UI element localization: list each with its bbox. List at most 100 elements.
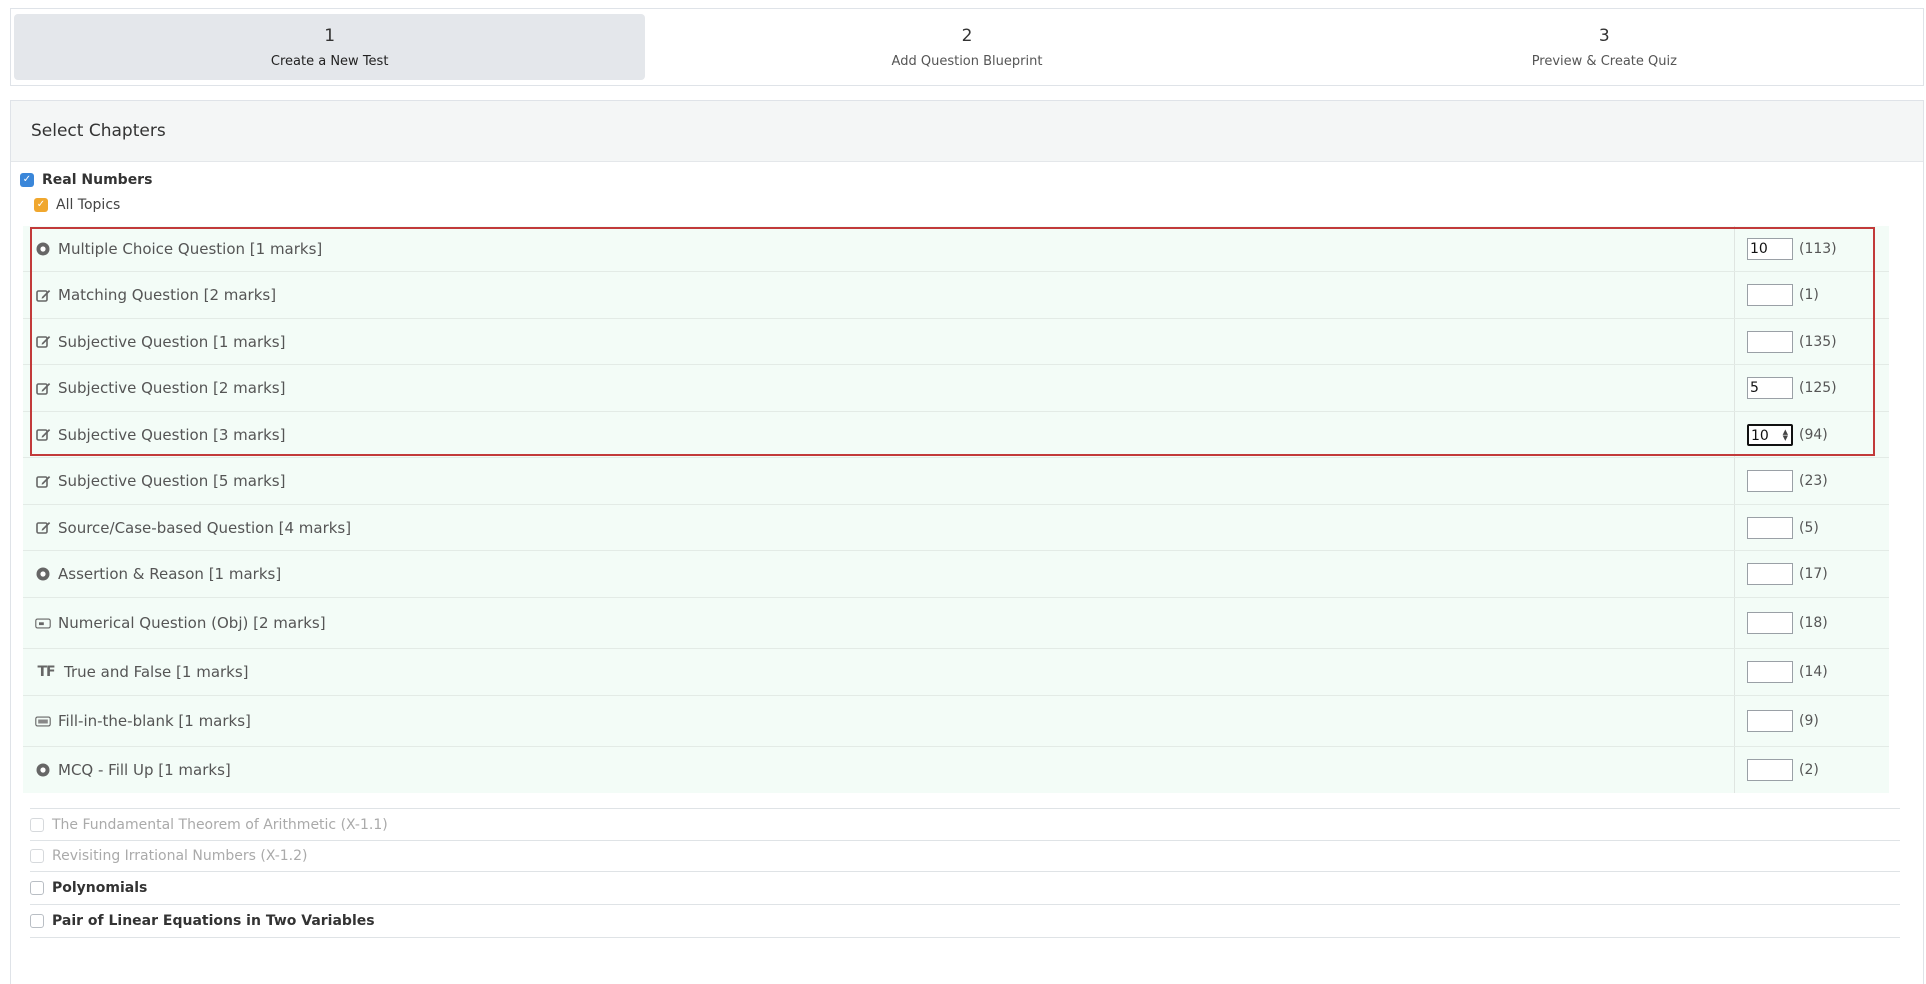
topic-label: The Fundamental Theorem of Arithmetic (X… xyxy=(52,817,388,833)
question-type-row: Numerical Question (Obj) [2 marks] (18) xyxy=(23,598,1889,649)
question-type-cell: Subjective Question [1 marks] xyxy=(23,333,1734,351)
true-false-icon: TF xyxy=(37,664,55,680)
spinner-arrows-icon[interactable]: ▲ ▼ xyxy=(1783,428,1788,441)
question-type-row: Subjective Question [5 marks] (23) xyxy=(23,458,1889,505)
topic-row[interactable]: The Fundamental Theorem of Arithmetic (X… xyxy=(30,808,1900,841)
question-type-row: Subjective Question [1 marks] (135) xyxy=(23,319,1889,365)
question-type-label: Matching Question [2 marks] xyxy=(58,286,277,304)
all-topics-row[interactable]: ✓ All Topics xyxy=(34,197,120,213)
question-count-value: 10 xyxy=(1750,240,1768,257)
question-type-label: MCQ - Fill Up [1 marks] xyxy=(58,761,231,779)
question-count-cell: (2) xyxy=(1734,747,1889,793)
question-count-cell: (18) xyxy=(1734,598,1889,648)
question-type-row: Subjective Question [2 marks] 5 (125) xyxy=(23,365,1889,412)
question-type-label: Source/Case-based Question [4 marks] xyxy=(58,518,352,537)
available-count: (2) xyxy=(1799,762,1819,778)
question-count-cell: 10 ▲ ▼ (94) xyxy=(1734,412,1889,457)
question-count-cell: (1) xyxy=(1734,272,1889,318)
step-number: 2 xyxy=(961,25,973,46)
question-count-input[interactable] xyxy=(1747,284,1793,306)
wizard-stepper: 1 Create a New Test 2 Add Question Bluep… xyxy=(10,8,1924,86)
question-count-input[interactable]: 5 xyxy=(1747,377,1793,399)
chapter-row[interactable]: Polynomials xyxy=(30,871,1900,904)
edit-icon xyxy=(35,427,51,443)
topic-row[interactable]: Revisiting Irrational Numbers (X-1.2) xyxy=(30,840,1900,871)
question-type-cell: TF True and False [1 marks] xyxy=(23,663,1734,681)
question-type-label: Assertion & Reason [1 marks] xyxy=(58,565,282,583)
question-type-cell: Subjective Question [3 marks] xyxy=(23,426,1734,444)
question-type-table: Multiple Choice Question [1 marks] 10 (113… xyxy=(23,226,1889,793)
step-preview-create[interactable]: 3 Preview & Create Quiz xyxy=(1289,14,1920,80)
question-type-label: Subjective Question [5 marks] xyxy=(58,472,286,490)
step-add-blueprint[interactable]: 2 Add Question Blueprint xyxy=(651,14,1282,80)
all-topics-label: All Topics xyxy=(56,197,121,213)
question-type-cell: MCQ - Fill Up [1 marks] xyxy=(23,761,1734,779)
question-type-row: Assertion & Reason [1 marks] (17) xyxy=(23,551,1889,598)
question-count-value: 5 xyxy=(1750,380,1759,396)
question-type-label: Subjective Question [2 marks] xyxy=(58,379,286,397)
chapter-checkbox[interactable] xyxy=(30,914,44,928)
question-count-input[interactable] xyxy=(1747,661,1793,683)
step-label: Create a New Test xyxy=(270,53,389,69)
question-type-label: Subjective Question [1 marks] xyxy=(58,332,286,351)
question-count-input[interactable] xyxy=(1747,330,1793,353)
spin-down-icon[interactable]: ▼ xyxy=(1783,434,1788,441)
available-count: (1) xyxy=(1799,287,1819,303)
question-type-row: Fill-in-the-blank [1 marks] (9) xyxy=(23,696,1889,747)
question-count-cell: (135) xyxy=(1734,319,1889,364)
question-type-cell: Assertion & Reason [1 marks] xyxy=(23,565,1734,583)
question-count-input[interactable] xyxy=(1747,563,1793,585)
radio-circle-icon xyxy=(35,241,51,257)
question-type-label: Fill-in-the-blank [1 marks] xyxy=(58,712,251,730)
question-count-cell: (14) xyxy=(1734,649,1889,695)
question-type-cell: Matching Question [2 marks] xyxy=(23,286,1734,304)
question-type-label: True and False [1 marks] xyxy=(64,663,249,681)
edit-icon xyxy=(35,380,51,396)
step-number: 1 xyxy=(324,25,336,46)
numeric-box-icon xyxy=(35,615,51,631)
chapter-real-numbers[interactable]: ✓ Real Numbers xyxy=(20,172,152,188)
radio-circle-icon xyxy=(35,566,51,582)
radio-circle-icon xyxy=(35,762,51,778)
question-count-input[interactable] xyxy=(1747,516,1793,539)
question-type-cell: Subjective Question [5 marks] xyxy=(23,472,1734,490)
question-type-cell: Subjective Question [2 marks] xyxy=(23,379,1734,397)
chapter-checkbox-checked[interactable]: ✓ xyxy=(20,173,34,187)
available-count: (14) xyxy=(1799,664,1828,680)
question-count-input[interactable] xyxy=(1747,759,1793,781)
all-topics-checkbox[interactable]: ✓ xyxy=(34,198,48,212)
question-count-input[interactable] xyxy=(1747,612,1793,634)
edit-icon xyxy=(35,334,51,350)
chapter-label: Polynomials xyxy=(52,880,148,896)
question-type-cell: Fill-in-the-blank [1 marks] xyxy=(23,712,1734,730)
available-count: (94) xyxy=(1799,426,1828,443)
question-count-input[interactable] xyxy=(1747,470,1793,492)
available-count: (135) xyxy=(1799,333,1837,350)
chapter-row[interactable]: Pair of Linear Equations in Two Variable… xyxy=(30,904,1900,938)
chapter-label: Real Numbers xyxy=(42,172,153,188)
edit-icon xyxy=(35,473,51,489)
topic-checkbox[interactable] xyxy=(30,849,44,863)
step-label: Preview & Create Quiz xyxy=(1531,53,1677,69)
edit-icon xyxy=(35,520,51,536)
question-count-cell: (17) xyxy=(1734,551,1889,597)
question-count-input[interactable]: 10 xyxy=(1747,237,1793,260)
chapter-checkbox[interactable] xyxy=(30,881,44,895)
question-type-cell: Numerical Question (Obj) [2 marks] xyxy=(23,614,1734,632)
check-icon: ✓ xyxy=(22,174,32,185)
topic-checkbox[interactable] xyxy=(30,818,44,832)
question-type-cell: Multiple Choice Question [1 marks] xyxy=(23,240,1734,258)
question-count-input[interactable]: 10 ▲ ▼ xyxy=(1747,423,1793,446)
question-count-input[interactable] xyxy=(1747,710,1793,732)
step-label: Add Question Blueprint xyxy=(891,53,1043,69)
available-count: (18) xyxy=(1799,615,1828,631)
question-type-label: Numerical Question (Obj) [2 marks] xyxy=(58,614,326,632)
step-number: 3 xyxy=(1598,25,1610,46)
question-type-row: Matching Question [2 marks] (1) xyxy=(23,272,1889,319)
question-type-row: TF True and False [1 marks] (14) xyxy=(23,649,1889,696)
step-create-test[interactable]: 1 Create a New Test xyxy=(14,14,646,80)
available-count: (17) xyxy=(1799,566,1828,582)
available-count: (125) xyxy=(1799,380,1837,396)
question-type-row: Subjective Question [3 marks] 10 ▲ ▼ (94) xyxy=(23,412,1889,458)
question-type-cell: Source/Case-based Question [4 marks] xyxy=(23,519,1734,537)
